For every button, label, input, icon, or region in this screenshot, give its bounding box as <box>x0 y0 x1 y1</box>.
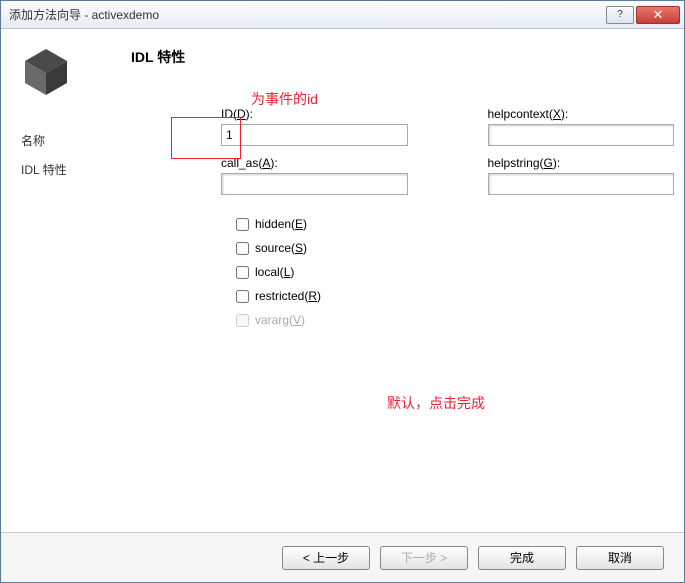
helpcontext-label: helpcontext(X): <box>488 107 675 121</box>
check-restricted-label: restricted(R) <box>255 289 321 303</box>
window-title: 添加方法向导 - activexdemo <box>9 6 604 23</box>
main-panel: IDL 特性 为事件的id 默认，点击完成 ID(D): helpcontext… <box>171 29 684 532</box>
callas-input[interactable] <box>221 173 408 195</box>
helpstring-input[interactable] <box>488 173 675 195</box>
annotation-finish: 默认，点击完成 <box>387 393 485 413</box>
check-restricted[interactable] <box>236 290 249 303</box>
help-button[interactable]: ? <box>606 6 634 24</box>
check-local[interactable] <box>236 266 249 279</box>
helpstring-label: helpstring(G): <box>488 156 675 170</box>
callas-label: call_as(A): <box>221 156 408 170</box>
helpcontext-input[interactable] <box>488 124 675 146</box>
check-local-row: local(L) <box>236 265 674 279</box>
check-hidden-row: hidden(E) <box>236 217 674 231</box>
wizard-window: 添加方法向导 - activexdemo ? ✕ 名称 IDL 特性 IDL 特… <box>0 0 685 583</box>
close-button[interactable]: ✕ <box>636 6 680 24</box>
id-input[interactable] <box>221 124 408 146</box>
page-heading: IDL 特性 <box>131 47 674 67</box>
cancel-button[interactable]: 取消 <box>576 546 664 570</box>
check-restricted-row: restricted(R) <box>236 289 674 303</box>
footer: < 上一步 下一步 > 完成 取消 <box>1 532 684 582</box>
sidebar: 名称 IDL 特性 <box>1 29 171 532</box>
id-label: ID(D): <box>221 107 408 121</box>
sidebar-item-idl[interactable]: IDL 特性 <box>21 155 161 184</box>
check-source-label: source(S) <box>255 241 307 255</box>
check-vararg-label: vararg(V) <box>255 313 305 327</box>
check-hidden[interactable] <box>236 218 249 231</box>
check-source[interactable] <box>236 242 249 255</box>
prev-button[interactable]: < 上一步 <box>282 546 370 570</box>
check-hidden-label: hidden(E) <box>255 217 307 231</box>
cube-icon <box>21 47 71 97</box>
next-button: 下一步 > <box>380 546 468 570</box>
check-source-row: source(S) <box>236 241 674 255</box>
annotation-id: 为事件的id <box>251 89 318 109</box>
titlebar: 添加方法向导 - activexdemo ? ✕ <box>1 1 684 29</box>
check-vararg-row: vararg(V) <box>236 313 674 327</box>
sidebar-item-name[interactable]: 名称 <box>21 126 161 155</box>
check-vararg <box>236 314 249 327</box>
finish-button[interactable]: 完成 <box>478 546 566 570</box>
annotation-redbox <box>171 117 241 159</box>
check-local-label: local(L) <box>255 265 294 279</box>
